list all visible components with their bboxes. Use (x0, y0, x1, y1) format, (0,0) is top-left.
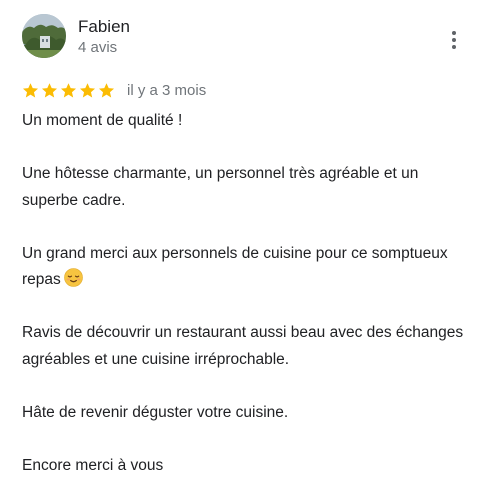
author-review-count[interactable]: 4 avis (78, 39, 117, 57)
avatar-photo (22, 14, 66, 58)
more-options-icon-dot (452, 45, 456, 49)
relieved-face-icon (64, 268, 83, 287)
review-paragraph: Hâte de revenir déguster votre cuisine. (22, 400, 474, 427)
more-options-button[interactable] (440, 26, 468, 54)
avatar[interactable] (22, 14, 66, 58)
rating-row: il y a 3 mois (22, 80, 206, 100)
star-icon (79, 82, 96, 99)
star-icon (41, 82, 58, 99)
review-text: Un moment de qualité ! Une hôtesse charm… (22, 108, 474, 479)
more-options-icon (452, 31, 456, 35)
author-name[interactable]: Fabien (78, 17, 130, 37)
review-paragraph: Un grand merci aux personnels de cuisine… (22, 241, 474, 294)
review-paragraph: Encore merci à vous (22, 453, 474, 479)
more-options-icon-dot (452, 38, 456, 42)
review-paragraph: Ravis de découvrir un restaurant aussi b… (22, 320, 474, 373)
review-card: Fabien 4 avis il y a 3 mois Un moment de… (0, 0, 492, 477)
star-icon (60, 82, 77, 99)
review-paragraph: Une hôtesse charmante, un personnel très… (22, 161, 474, 214)
star-icon (98, 82, 115, 99)
star-icon (22, 82, 39, 99)
review-paragraph: Un moment de qualité ! (22, 108, 474, 135)
review-paragraph-text: Un grand merci aux personnels de cuisine… (22, 245, 448, 289)
review-date: il y a 3 mois (127, 82, 206, 99)
star-rating (22, 82, 115, 99)
